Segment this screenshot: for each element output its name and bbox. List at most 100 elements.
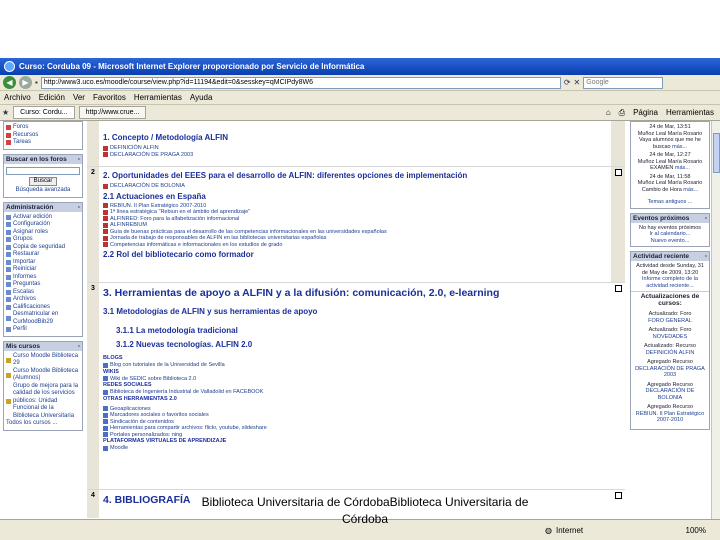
forum-search-input[interactable] <box>6 166 80 175</box>
list-item[interactable]: Tareas <box>6 139 80 147</box>
back-button[interactable]: ◀ <box>3 76 16 89</box>
news-item[interactable]: 24 de Mar, 11:58 Muñoz Leal María Rosario… <box>633 174 707 194</box>
all-courses-link[interactable]: Todos los cursos ... <box>6 420 80 428</box>
menu-herramientas[interactable]: Herramientas <box>134 93 182 102</box>
admin-item[interactable]: Configuración <box>6 221 80 229</box>
menu-ayuda[interactable]: Ayuda <box>190 93 213 102</box>
stop-icon[interactable]: ✕ <box>574 78 581 87</box>
zone-label: Internet <box>555 525 584 535</box>
collapse-icon[interactable]: ▫ <box>78 343 80 350</box>
vertical-scrollbar[interactable] <box>711 121 720 519</box>
admin-item[interactable]: Asignar roles <box>6 229 80 237</box>
news-item[interactable]: 24 de Mar, 13:51 Muñoz Leal María Rosario… <box>633 124 707 150</box>
admin-item[interactable]: Grupos <box>6 236 80 244</box>
topic-2: 2 2. Oportunidades del EEES para el desa… <box>87 167 625 283</box>
activity-link[interactable]: REBIUN. II Plan Estratégico 2007-2010 <box>633 411 707 424</box>
menu-edicion[interactable]: Edición <box>39 93 65 102</box>
collapse-icon[interactable]: ▫ <box>78 204 80 211</box>
old-topics-link[interactable]: Temas antiguos ... <box>631 197 709 208</box>
activity-link[interactable]: DECLARACIÓN DE BOLONIA <box>633 388 707 401</box>
advanced-search-link[interactable]: Búsqueda avanzada <box>6 187 80 195</box>
admin-item-icon <box>6 252 11 258</box>
list-item[interactable]: Curso Moodle Biblioteca 29 <box>6 353 80 368</box>
admin-item[interactable]: Copia de seguridad <box>6 244 80 252</box>
subtopic-title: 3.1.1 La metodología tradicional <box>116 326 238 335</box>
activity-link[interactable]: DEFINICIÓN ALFIN <box>633 350 707 357</box>
list-item[interactable]: DECLARACIÓN DE BOLONIA <box>103 183 607 190</box>
topic-title[interactable]: 1. Concepto / Metodología ALFIN <box>103 133 607 142</box>
topic-title[interactable]: 2. Oportunidades del EEES para el desarr… <box>103 171 607 180</box>
admin-item-icon <box>6 316 11 321</box>
collapse-icon[interactable]: ▫ <box>705 215 707 222</box>
list-item[interactable]: Curso Moodle Biblioteca (Alumnos) <box>6 368 80 383</box>
menu-ver[interactable]: Ver <box>73 93 85 102</box>
admin-item[interactable]: Preguntas <box>6 281 80 289</box>
news-block: 24 de Mar, 13:51 Muñoz Leal María Rosario… <box>630 121 710 209</box>
more-link[interactable]: más... <box>672 144 687 150</box>
news-text: Vaya alumnos que me he buscao <box>639 137 701 150</box>
page-menu[interactable]: Página <box>633 108 658 117</box>
more-link[interactable]: más... <box>683 187 698 193</box>
zoom-level[interactable]: 100% <box>686 526 720 535</box>
subtopic-title: 2.2 Rol del bibliotecario como formador <box>103 250 254 259</box>
activity-entry: Agregado Recurso DECLARACIÓN DE BOLONIA <box>633 382 707 402</box>
resource-icon <box>103 432 108 438</box>
menu-favoritos[interactable]: Favoritos <box>93 93 126 102</box>
pdf-icon <box>103 145 108 151</box>
admin-item[interactable]: Archivos <box>6 296 80 304</box>
list-item[interactable]: Recursos <box>6 132 80 140</box>
list-item[interactable]: DECLARACIÓN DE PRAGA 2003 <box>103 152 607 159</box>
forward-button[interactable]: ▶ <box>19 76 32 89</box>
url-input[interactable]: http://www3.uco.es/moodle/course/view.ph… <box>40 76 561 89</box>
list-item[interactable]: Foros <box>6 124 80 132</box>
admin-item[interactable]: Informes <box>6 274 80 282</box>
topic-title[interactable]: 3. Herramientas de apoyo a ALFIN y a la … <box>103 287 607 299</box>
admin-item[interactable]: Escalas <box>6 289 80 297</box>
refresh-icon[interactable]: ⟳ <box>564 78 571 87</box>
admin-item-icon <box>6 282 11 288</box>
search-button[interactable]: Buscar <box>28 176 58 186</box>
menu-archivo[interactable]: Archivo <box>4 93 31 102</box>
activity-link[interactable]: NOVEDADES <box>633 334 707 341</box>
admin-item[interactable]: Importar <box>6 259 80 267</box>
search-input[interactable]: Google <box>583 76 664 89</box>
print-icon[interactable]: ⎙ <box>619 108 625 118</box>
new-event-link[interactable]: Nuevo evento... <box>633 238 707 245</box>
activity-list: Actualizado: Foro FORO GENERAL Actualizado… <box>631 309 709 429</box>
admin-item[interactable]: Desmatricular en CurMoodBib29 <box>6 311 80 326</box>
admin-item[interactable]: Restaurar <box>6 251 80 259</box>
block-title: Actividad reciente <box>633 253 689 260</box>
course-topics: 1. Concepto / Metodología ALFIN DEFINICI… <box>87 121 625 519</box>
favorites-star-icon[interactable]: ★ <box>2 108 9 117</box>
tab-crue[interactable]: http://www.crue... <box>78 106 147 119</box>
scrollbar-thumb[interactable] <box>713 133 720 173</box>
admin-item[interactable]: Calificaciones <box>6 304 80 312</box>
admin-item[interactable]: Reiniciar <box>6 266 80 274</box>
highlight-checkbox[interactable] <box>614 492 622 499</box>
admin-item[interactable]: Perfil <box>6 326 80 334</box>
list-item[interactable]: Moodle <box>103 445 607 452</box>
activity-link[interactable]: FORO GENERAL <box>633 318 707 325</box>
activity-entry: Agregado Recurso REBIUN. II Plan Estratég… <box>633 404 707 424</box>
home-icon[interactable]: ⌂ <box>606 108 611 117</box>
full-report-link[interactable]: Informe completo de la actividad recient… <box>633 276 707 289</box>
more-link[interactable]: más... <box>675 165 690 171</box>
tab-label: Curso: Cordu... <box>20 109 68 116</box>
news-item[interactable]: 24 de Mar, 12:27 Muñoz Leal María Rosario… <box>633 152 707 172</box>
admin-item[interactable]: Activar edición <box>6 214 80 222</box>
tab-curso[interactable]: Curso: Cordu... <box>13 106 75 119</box>
list-item[interactable]: Competencias informáticas e informaciona… <box>103 242 607 249</box>
highlight-checkbox[interactable] <box>614 169 622 176</box>
link-icon <box>103 389 108 395</box>
topic-side <box>611 167 625 282</box>
tools-menu[interactable]: Herramientas <box>666 108 714 117</box>
block-title: Administración <box>6 203 54 211</box>
list-item[interactable]: Grupo de mejora para la calidad de los s… <box>6 383 80 421</box>
activity-link[interactable]: DECLARACIÓN DE PRAGA 2003 <box>633 366 707 379</box>
collapse-icon[interactable]: ▫ <box>705 253 707 260</box>
highlight-checkbox[interactable] <box>614 285 622 292</box>
topic-side <box>611 283 625 489</box>
tab-label: http://www.crue... <box>85 109 140 116</box>
collapse-icon[interactable]: ▫ <box>78 156 80 163</box>
left-column: Foros Recursos Tareas Buscar en los foro… <box>3 121 83 519</box>
